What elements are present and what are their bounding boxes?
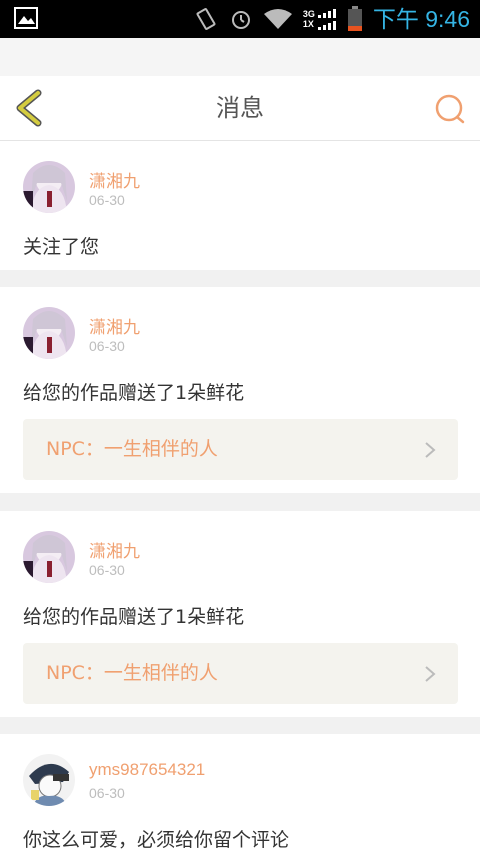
work-link-label: NPC：一生相伴的人 bbox=[46, 438, 218, 460]
work-link-label: NPC：一生相伴的人 bbox=[46, 662, 218, 684]
wifi-icon bbox=[263, 9, 292, 29]
message-date: 06-30 bbox=[89, 192, 125, 208]
status-bar: 3G 1X 下午 9:46 bbox=[0, 0, 480, 38]
network-type: 3G 1X bbox=[303, 8, 337, 30]
message-card[interactable]: 潇湘九 06-30 关注了您 bbox=[0, 141, 480, 270]
alarm-icon bbox=[231, 11, 250, 29]
username[interactable]: 潇湘九 bbox=[89, 537, 140, 562]
chevron-right-icon bbox=[425, 442, 436, 458]
work-link[interactable]: NPC：一生相伴的人 bbox=[23, 643, 458, 704]
avatar[interactable] bbox=[23, 754, 75, 806]
search-icon[interactable] bbox=[434, 93, 466, 125]
message-text: 给您的作品赠送了1朵鲜花 bbox=[23, 382, 245, 404]
chevron-right-icon bbox=[425, 666, 436, 682]
message-card[interactable]: 潇湘九 06-30 给您的作品赠送了1朵鲜花 NPC：一生相伴的人 bbox=[0, 511, 480, 717]
status-icons: 3G 1X 下午 9:46 bbox=[193, 0, 470, 38]
avatar-image bbox=[23, 161, 75, 213]
username[interactable]: 潇湘九 bbox=[89, 313, 140, 338]
message-card[interactable]: 潇湘九 06-30 给您的作品赠送了1朵鲜花 NPC：一生相伴的人 bbox=[0, 287, 480, 493]
message-date: 06-30 bbox=[89, 562, 125, 578]
work-link[interactable]: NPC：一生相伴的人 bbox=[23, 419, 458, 480]
avatar[interactable] bbox=[23, 161, 75, 213]
message-text: 你这么可爱，必须给你留个评论 bbox=[23, 829, 290, 851]
username[interactable]: 潇湘九 bbox=[89, 167, 140, 192]
message-date: 06-30 bbox=[89, 785, 125, 801]
gallery-notification-icon bbox=[14, 7, 38, 29]
network-type-top: 3G bbox=[302, 9, 315, 19]
app-header: 消息 bbox=[0, 76, 480, 141]
network-type-bottom: 1X bbox=[302, 19, 314, 29]
avatar-image bbox=[23, 531, 75, 583]
vibrate-icon bbox=[196, 8, 216, 30]
top-spacer bbox=[0, 38, 480, 76]
avatar-image bbox=[23, 754, 75, 806]
avatar[interactable] bbox=[23, 531, 75, 583]
message-text: 关注了您 bbox=[23, 236, 100, 258]
status-time: 下午 9:46 bbox=[372, 6, 470, 32]
signal-icon bbox=[317, 9, 336, 30]
message-date: 06-30 bbox=[89, 338, 125, 354]
message-card[interactable]: yms987654321 06-30 你这么可爱，必须给你留个评论 bbox=[0, 734, 480, 854]
avatar-image bbox=[23, 307, 75, 359]
page-title: 消息 bbox=[216, 94, 264, 122]
avatar[interactable] bbox=[23, 307, 75, 359]
username[interactable]: yms987654321 bbox=[89, 760, 205, 780]
message-text: 给您的作品赠送了1朵鲜花 bbox=[23, 606, 245, 628]
battery-icon bbox=[347, 6, 362, 31]
